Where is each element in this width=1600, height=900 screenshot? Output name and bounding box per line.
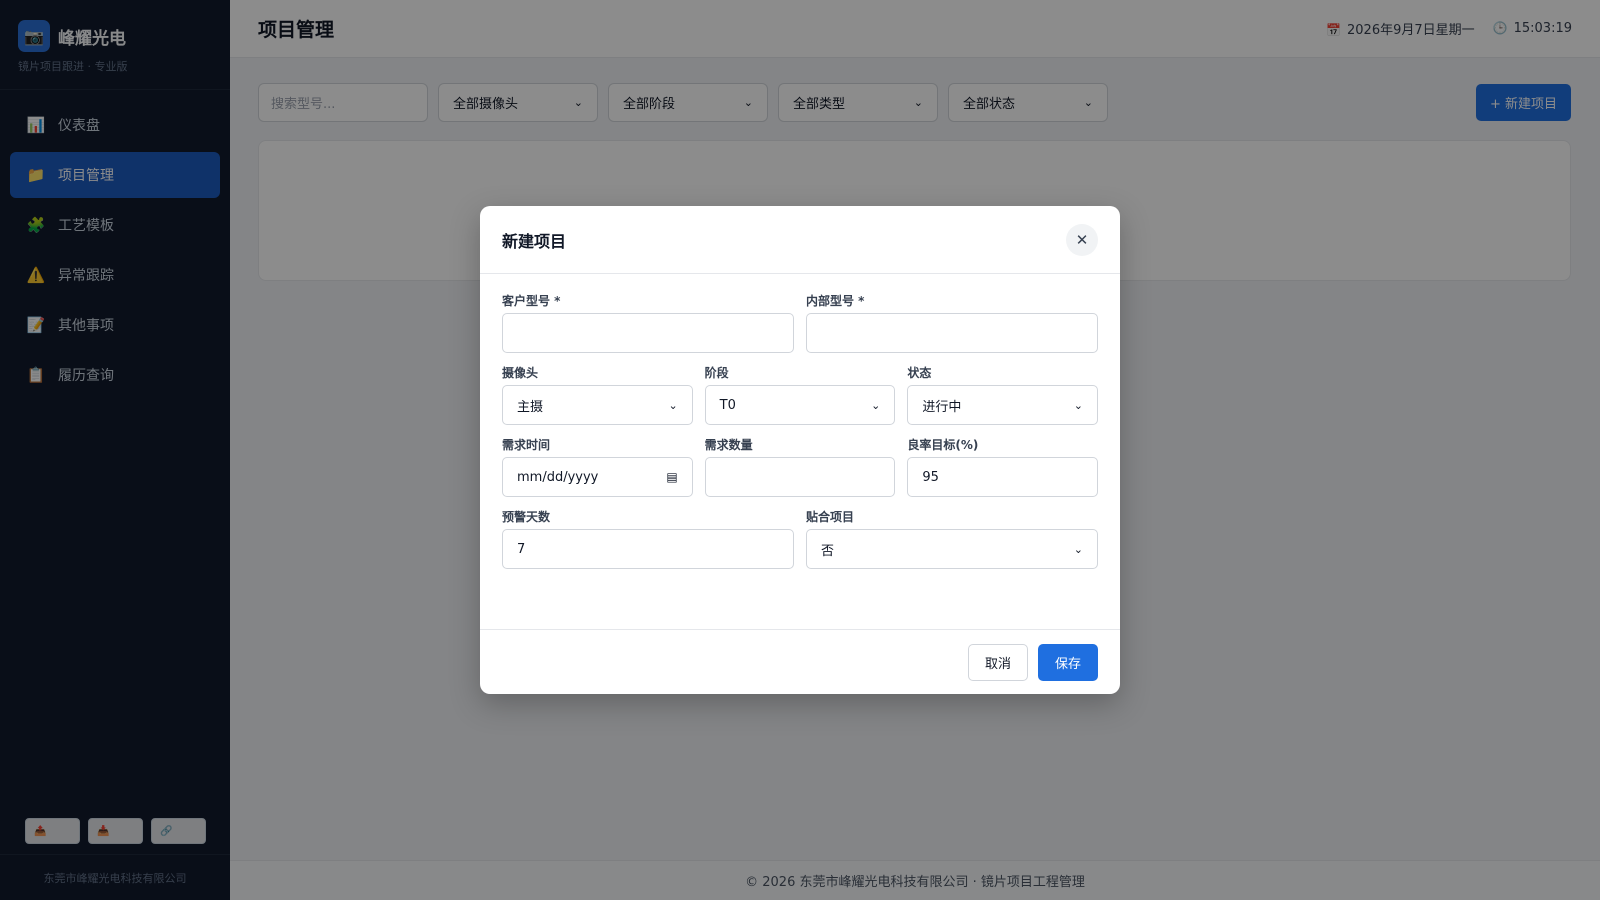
- camera-select[interactable]: 主摄 ⌄: [502, 385, 693, 425]
- warning-days-input[interactable]: 7: [502, 529, 794, 569]
- stage-select[interactable]: T0 ⌄: [704, 385, 896, 425]
- camera-label: 摄像头: [502, 366, 539, 380]
- chevron-down-icon: ⌄: [871, 398, 881, 412]
- chevron-down-icon: ⌄: [668, 398, 678, 412]
- demand-time-input[interactable]: mm/dd/yyyy ▤: [502, 457, 693, 497]
- warning-days-label: 预警天数: [502, 510, 551, 524]
- customer-model-label: 客户型号 *: [502, 294, 561, 308]
- save-button[interactable]: 保存: [1038, 643, 1098, 681]
- yield-target-input[interactable]: 95: [907, 457, 1099, 497]
- chevron-down-icon: ⌄: [1073, 398, 1084, 412]
- demand-qty-input[interactable]: [704, 457, 896, 497]
- demand-time-label: 需求时间: [502, 438, 551, 452]
- status-label: 状态: [907, 366, 932, 380]
- calendar-icon[interactable]: ▤: [666, 470, 677, 484]
- dialog-title: 新建项目: [502, 231, 567, 251]
- bonding-label: 贴合项目: [806, 510, 855, 524]
- status-select[interactable]: 进行中 ⌄: [907, 385, 1099, 425]
- stage-label: 阶段: [704, 366, 729, 380]
- demand-qty-label: 需求数量: [704, 438, 753, 452]
- new-project-dialog: 新建项目 ✕ 客户型号 * 内部型号 * 摄像头 主摄⌄ 阶段 T0⌄ 状态: [480, 206, 1120, 694]
- cancel-button[interactable]: 取消: [968, 643, 1028, 681]
- chevron-down-icon: ⌄: [1073, 542, 1083, 556]
- internal-model-label: 内部型号 *: [806, 294, 865, 308]
- close-icon[interactable]: ✕: [1066, 223, 1098, 256]
- yield-target-label: 良率目标(%): [907, 438, 979, 452]
- customer-model-input[interactable]: [502, 313, 794, 353]
- internal-model-input[interactable]: [806, 313, 1098, 353]
- bonding-select[interactable]: 否 ⌄: [806, 529, 1098, 569]
